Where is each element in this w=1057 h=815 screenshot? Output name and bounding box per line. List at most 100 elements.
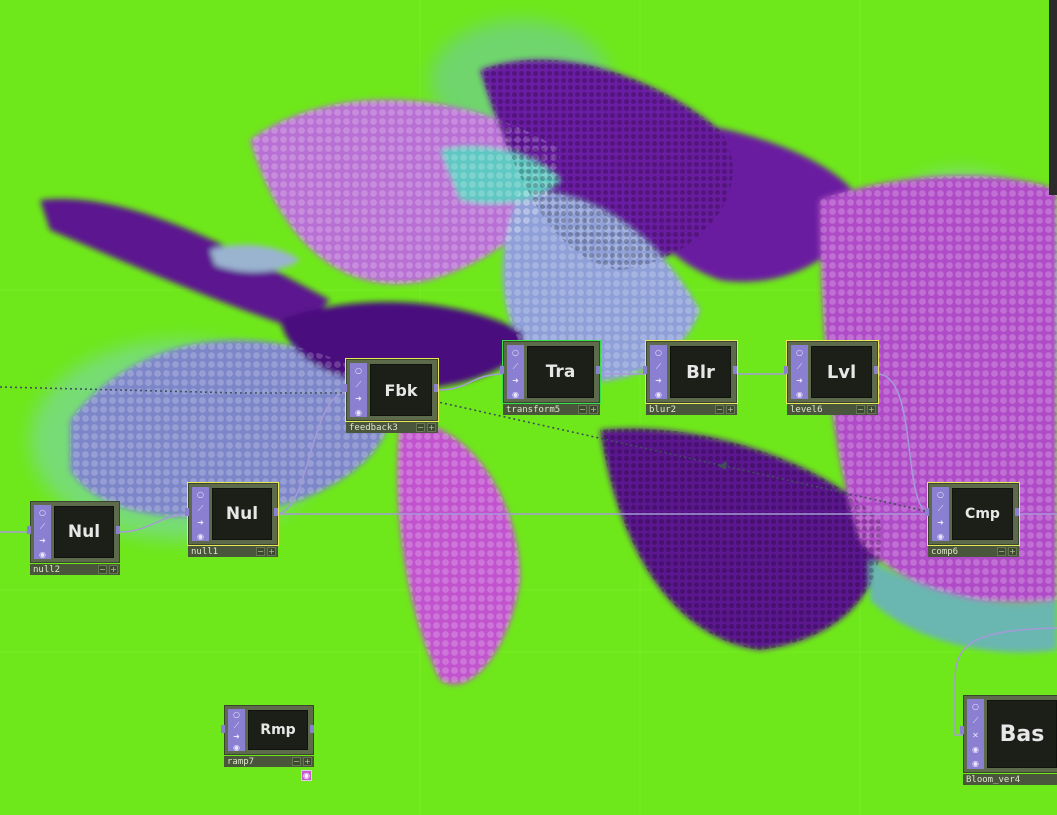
- node-body[interactable]: ○ ⟋ ➜ ◉ Tra: [500, 340, 601, 404]
- eye-icon[interactable]: ◉: [230, 743, 243, 752]
- eye-icon[interactable]: ◉: [652, 390, 665, 399]
- node-viewer[interactable]: Blr: [670, 346, 731, 398]
- circle-icon[interactable]: ○: [934, 490, 947, 499]
- eye-icon[interactable]: ◉: [793, 390, 806, 399]
- arrow-right-icon[interactable]: ➜: [230, 732, 243, 741]
- circle-icon[interactable]: ○: [509, 348, 522, 357]
- node-viewer[interactable]: Cmp: [952, 488, 1013, 540]
- input-connector[interactable]: [27, 526, 31, 534]
- expand-plus-icon[interactable]: +: [267, 547, 276, 556]
- node-name-bar[interactable]: level6 − +: [787, 404, 878, 415]
- arrow-right-icon[interactable]: ➜: [352, 394, 365, 403]
- bypass-icon[interactable]: −: [98, 565, 107, 574]
- circle-icon[interactable]: ○: [230, 710, 243, 719]
- wand-icon[interactable]: ⟋: [352, 380, 365, 389]
- expand-plus-icon[interactable]: +: [726, 405, 735, 414]
- node-name-bar[interactable]: null2 − +: [30, 564, 120, 575]
- output-connector[interactable]: [434, 384, 438, 392]
- wire-null1-feedback3[interactable]: [275, 391, 349, 515]
- circle-icon[interactable]: ○: [36, 508, 49, 517]
- arrow-right-icon[interactable]: ➜: [509, 376, 522, 385]
- input-connector[interactable]: [960, 726, 964, 735]
- node-body[interactable]: ○ ⟋ ➜ ◉ Blr: [643, 340, 738, 404]
- node-body[interactable]: ○ ⟋ ➜ ◉ Rmp: [221, 705, 314, 755]
- wand-icon[interactable]: ⟋: [230, 721, 243, 730]
- node-name-bar[interactable]: comp6 − +: [928, 546, 1019, 557]
- bypass-icon[interactable]: −: [256, 547, 265, 556]
- eye-icon[interactable]: ◉: [36, 550, 49, 559]
- expand-plus-icon[interactable]: +: [427, 423, 436, 432]
- arrow-right-icon[interactable]: ➜: [36, 536, 49, 545]
- output-connector[interactable]: [116, 526, 120, 534]
- node-name-bar[interactable]: blur2 − +: [646, 404, 737, 415]
- node-feedback3[interactable]: ○ ⟋ ➜ ◉ Fbk feedback3 − +: [343, 358, 439, 433]
- circle-icon[interactable]: ○: [969, 702, 982, 711]
- wire-level6-comp6[interactable]: [876, 373, 933, 515]
- node-viewer[interactable]: Tra: [527, 346, 594, 398]
- eye-icon[interactable]: ◉: [969, 745, 982, 754]
- bypass-icon[interactable]: −: [997, 547, 1006, 556]
- node-body[interactable]: ○ ⟋ ➜ ◉ Fbk: [343, 358, 439, 422]
- node-name-bar[interactable]: null1 − +: [188, 546, 278, 557]
- input-connector[interactable]: [343, 384, 347, 392]
- input-connector[interactable]: [643, 366, 647, 374]
- node-null1[interactable]: ○ ⟋ ➜ ◉ Nul null1 − +: [185, 482, 279, 557]
- node-viewer[interactable]: Bas: [987, 700, 1057, 768]
- output-connector[interactable]: [596, 366, 600, 374]
- viewer-active-icon[interactable]: ◉: [301, 770, 312, 781]
- output-connector[interactable]: [274, 508, 278, 516]
- expand-plus-icon[interactable]: +: [1008, 547, 1017, 556]
- arrow-right-icon[interactable]: ➜: [934, 518, 947, 527]
- wand-icon[interactable]: ⟋: [793, 362, 806, 371]
- node-body[interactable]: ○ ⟋ ✕ ◉ ◉ Bas: [960, 695, 1057, 773]
- expand-plus-icon[interactable]: +: [303, 757, 312, 766]
- wand-icon[interactable]: ⟋: [969, 716, 982, 725]
- wand-icon[interactable]: ⟋: [509, 362, 522, 371]
- node-name-bar[interactable]: transform5 − +: [503, 404, 600, 415]
- node-transform5[interactable]: ○ ⟋ ➜ ◉ Tra transform5 − +: [500, 340, 601, 415]
- node-viewer[interactable]: Nul: [54, 506, 114, 558]
- wire-null2-null1[interactable]: [119, 513, 191, 533]
- bypass-icon[interactable]: −: [292, 757, 301, 766]
- node-ramp7[interactable]: ○ ⟋ ➜ ◉ Rmp ramp7 − + ◉: [221, 705, 314, 781]
- wand-icon[interactable]: ⟋: [194, 504, 207, 513]
- arrow-right-icon[interactable]: ➜: [793, 376, 806, 385]
- node-body[interactable]: ○ ⟋ ➜ ◉ Cmp: [925, 482, 1020, 546]
- circle-icon[interactable]: ○: [793, 348, 806, 357]
- output-connector[interactable]: [1015, 508, 1019, 516]
- input-connector[interactable]: [221, 725, 225, 734]
- node-comp6[interactable]: ○ ⟋ ➜ ◉ Cmp comp6 − +: [925, 482, 1020, 557]
- input-connector[interactable]: [784, 366, 788, 374]
- circle-icon[interactable]: ○: [352, 366, 365, 375]
- eye-icon[interactable]: ◉: [509, 390, 522, 399]
- arrow-right-icon[interactable]: ➜: [652, 376, 665, 385]
- bypass-icon[interactable]: −: [715, 405, 724, 414]
- arrow-right-icon[interactable]: ➜: [194, 518, 207, 527]
- output-connector[interactable]: [874, 366, 878, 374]
- eye-icon[interactable]: ◉: [934, 532, 947, 541]
- circle-icon[interactable]: ○: [194, 490, 207, 499]
- node-name-bar[interactable]: Bloom_ver4: [963, 774, 1057, 785]
- input-connector[interactable]: [925, 508, 929, 516]
- eye-icon[interactable]: ◉: [194, 532, 207, 541]
- output-connector[interactable]: [733, 366, 737, 374]
- close-icon[interactable]: ✕: [969, 731, 982, 740]
- node-body[interactable]: ○ ⟋ ➜ ◉ Nul: [27, 501, 120, 563]
- bypass-icon[interactable]: −: [578, 405, 587, 414]
- circle-icon[interactable]: ○: [652, 348, 665, 357]
- bypass-icon[interactable]: −: [856, 405, 865, 414]
- wand-icon[interactable]: ⟋: [652, 362, 665, 371]
- bypass-icon[interactable]: −: [416, 423, 425, 432]
- input-connector[interactable]: [185, 508, 189, 516]
- node-null2[interactable]: ○ ⟋ ➜ ◉ Nul null2 − +: [27, 501, 120, 575]
- node-viewer[interactable]: Lvl: [811, 346, 872, 398]
- node-body[interactable]: ○ ⟋ ➜ ◉ Nul: [185, 482, 279, 546]
- wand-icon[interactable]: ⟋: [36, 522, 49, 531]
- node-name-bar[interactable]: feedback3 − +: [346, 422, 438, 433]
- eye-icon[interactable]: ◉: [969, 759, 982, 768]
- node-viewer[interactable]: Nul: [212, 488, 272, 540]
- input-connector[interactable]: [500, 366, 504, 374]
- wire-feedback3-transform5[interactable]: [437, 373, 506, 391]
- output-connector[interactable]: [310, 725, 314, 734]
- node-body[interactable]: ○ ⟋ ➜ ◉ Lvl: [784, 340, 879, 404]
